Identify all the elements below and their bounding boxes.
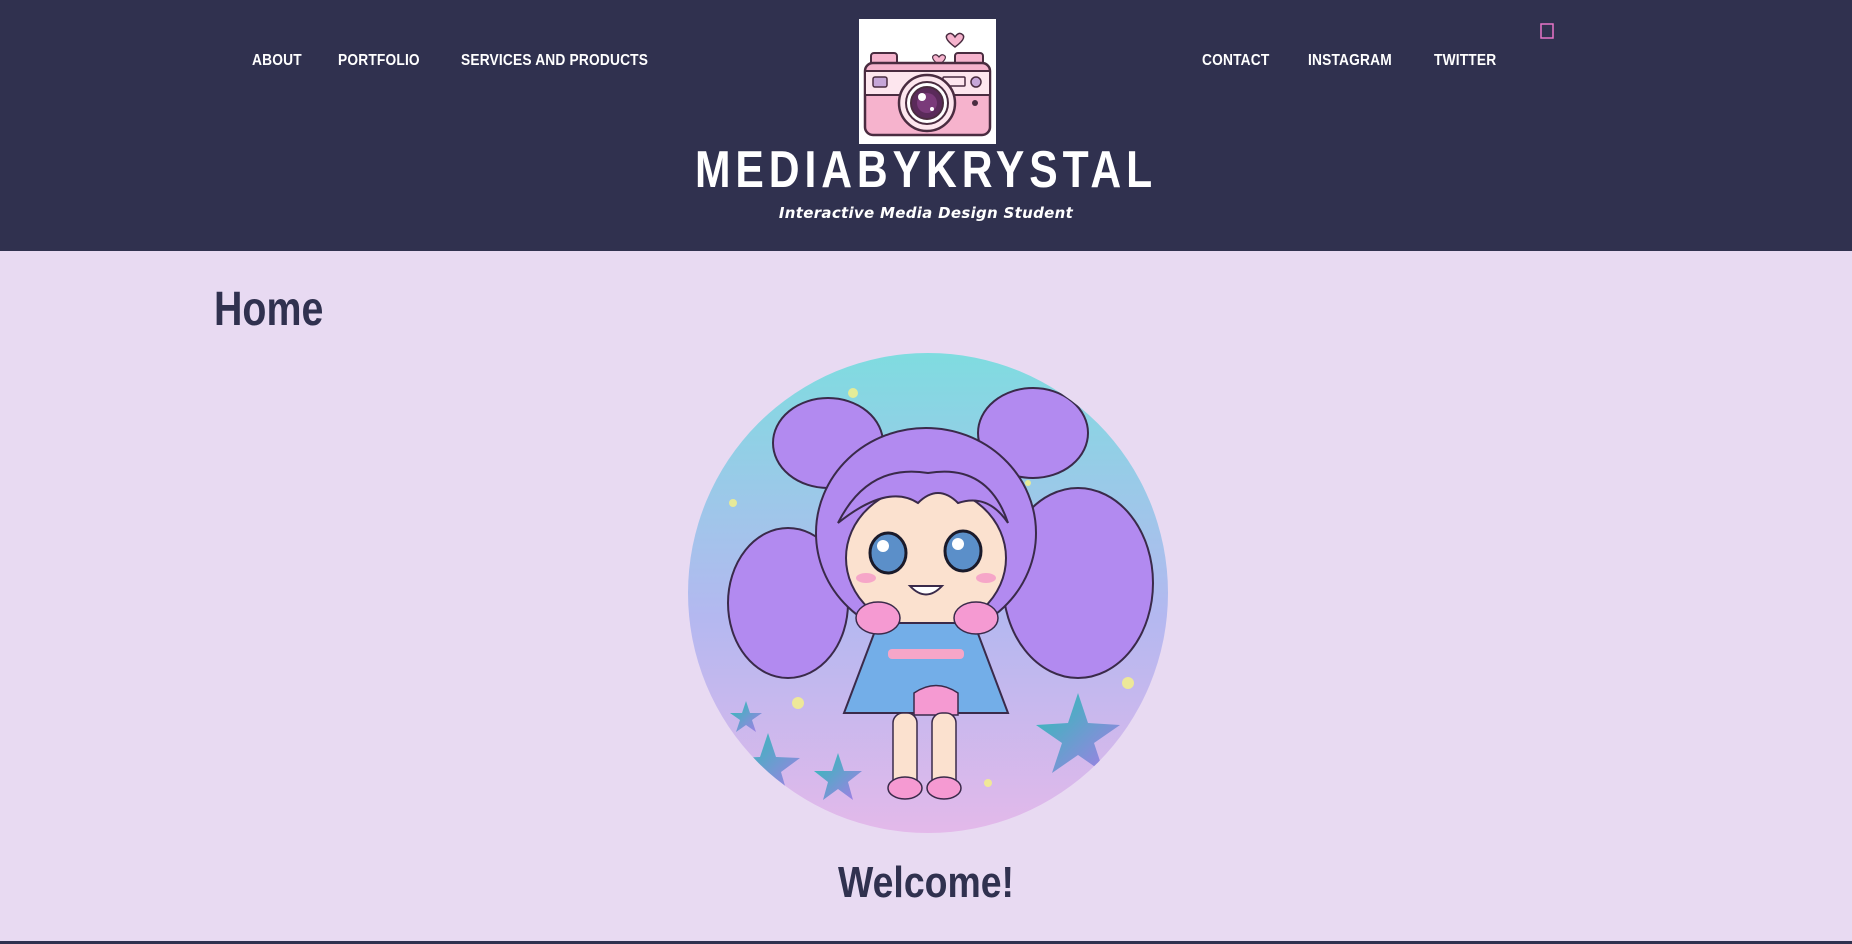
cart-icon[interactable] [1540, 23, 1554, 39]
site-title[interactable]: MEDIABYKRYSTAL [167, 140, 1686, 200]
nav-link-contact[interactable]: CONTACT [1202, 52, 1269, 70]
site-logo[interactable] [859, 19, 996, 144]
camera-icon [863, 32, 992, 137]
nav-link-twitter[interactable]: TWITTER [1434, 52, 1496, 70]
site-tagline: Interactive Media Design Student [778, 204, 1074, 222]
nav-link-instagram[interactable]: INSTAGRAM [1308, 52, 1392, 70]
hero-avatar-image [688, 353, 1168, 833]
nav-left: ABOUT PORTFOLIO SERVICES AND PRODUCTS [238, 52, 693, 70]
site-header: ABOUT PORTFOLIO SERVICES AND PRODUCTS ME… [0, 0, 1852, 251]
nav-right: CONTACT INSTAGRAM TWITTER [1188, 52, 1520, 70]
nav-link-services-and-products[interactable]: SERVICES AND PRODUCTS [461, 52, 648, 70]
nav-link-about[interactable]: ABOUT [252, 52, 302, 70]
page-title: Home [214, 283, 324, 336]
nav-link-portfolio[interactable]: PORTFOLIO [338, 52, 420, 70]
welcome-heading: Welcome! [838, 858, 1014, 907]
